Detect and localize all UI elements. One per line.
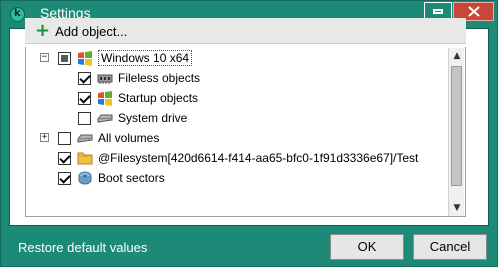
tree-item-label: Windows 10 x64 [98,50,193,66]
ok-button[interactable]: OK [330,234,404,260]
checkbox-system-drive[interactable] [78,111,91,125]
app-logo-icon: k [10,7,25,22]
tree-item-fileless[interactable]: Fileless objects [78,68,200,88]
plus-icon: + [35,20,51,41]
scroll-thumb[interactable] [451,66,462,186]
tree-scrollbar[interactable]: ▲ ▼ [448,48,464,216]
object-tree[interactable]: − Windows 10 x64 Fileless objects Startu… [25,47,466,217]
tree-item-windows[interactable]: Windows 10 x64 [58,48,193,68]
checkbox-startup[interactable] [78,91,91,105]
tree-item-system-drive[interactable]: System drive [78,108,187,128]
add-object-label: Add object... [55,23,128,39]
tree-item-boot-sectors[interactable]: Boot sectors [58,168,165,188]
memory-chip-icon [97,74,113,84]
windows-flag-icon [78,51,92,66]
settings-window: k Settings + Add object... − Windows 10 … [0,0,498,267]
scroll-down-arrow-icon[interactable]: ▼ [449,200,465,216]
folder-icon [77,152,93,165]
hard-drive-icon [97,114,113,123]
minimize-icon [433,9,443,14]
tree-item-label: Boot sectors [98,171,165,185]
checkbox-boot-sectors[interactable] [58,171,71,185]
disk-boot-icon [78,171,92,185]
tree-item-startup[interactable]: Startup objects [78,88,198,108]
hard-drive-icon [77,134,93,143]
collapse-toggle[interactable]: − [40,53,49,62]
tree-item-filesystem[interactable]: @Filesystem[420d6614-f414-aa65-bfc0-1f91… [58,148,418,168]
checkbox-filesystem[interactable] [58,151,71,165]
checkbox-all-volumes[interactable] [58,131,71,145]
close-icon [468,6,480,17]
checkbox-windows[interactable] [58,51,71,65]
restore-defaults-link[interactable]: Restore default values [18,240,147,255]
add-object-button[interactable]: + Add object... [35,20,127,42]
tree-item-label: @Filesystem[420d6614-f414-aa65-bfc0-1f91… [98,151,419,165]
tree-item-label: All volumes [98,131,160,145]
cancel-button[interactable]: Cancel [413,234,487,260]
windows-flag-icon [98,91,112,106]
tree-item-all-volumes[interactable]: All volumes [58,128,159,148]
tree-item-label: Fileless objects [118,71,201,85]
toolbar: + Add object... [25,18,466,44]
scroll-up-arrow-icon[interactable]: ▲ [449,48,465,64]
expand-toggle[interactable]: + [40,133,49,142]
tree-item-label: System drive [118,111,188,125]
checkbox-fileless[interactable] [78,71,91,85]
tree-item-label: Startup objects [118,91,199,105]
